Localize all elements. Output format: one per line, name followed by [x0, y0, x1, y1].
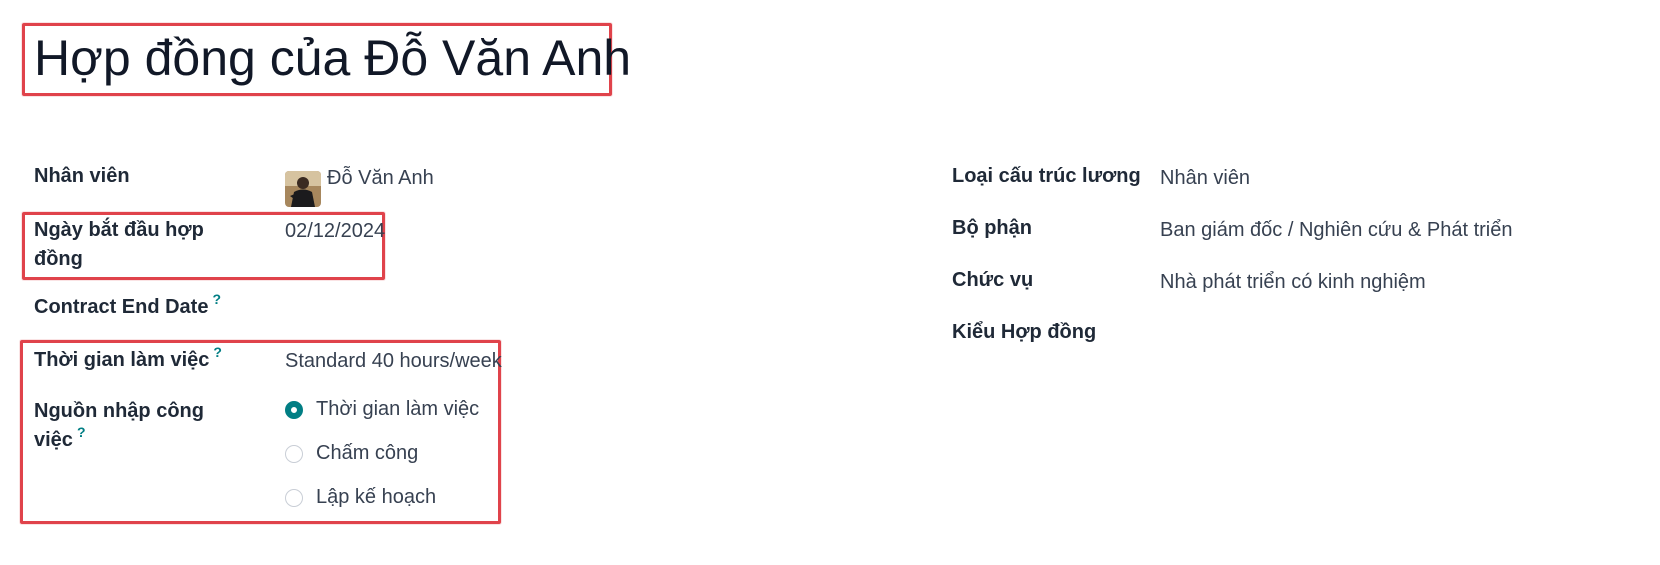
working-time-value[interactable]: Standard 40 hours/week [285, 347, 502, 376]
contract-type-label: Kiểu Hợp đồng [952, 321, 1097, 343]
work-entry-source-label-text: Nguồn nhập công việc [34, 400, 204, 451]
work-entry-source-label: Nguồn nhập công việc? [34, 397, 234, 456]
employee-avatar[interactable] [285, 171, 321, 207]
job-position-value[interactable]: Nhà phát triển có kinh nghiệm [1160, 268, 1426, 297]
work-entry-option-attendance[interactable]: Chấm công [285, 442, 418, 465]
working-time-label: Thời gian làm việc? [34, 344, 222, 376]
work-entry-option-planning[interactable]: Lập kế hoạch [285, 486, 436, 509]
start-date-label: Ngày bắt đầu hợp đồng [34, 216, 234, 274]
work-entry-option-label: Lập kế hoạch [316, 486, 437, 508]
employee-value[interactable]: Đỗ Văn Anh [327, 164, 434, 193]
end-date-label: Contract End Date? [34, 291, 221, 323]
working-time-label-text: Thời gian làm việc [34, 349, 210, 371]
radio-unchecked-icon[interactable] [285, 444, 303, 463]
radio-checked-icon[interactable] [285, 400, 303, 419]
salary-structure-label: Loại cấu trúc lương [952, 165, 1141, 187]
end-date-help-icon[interactable]: ? [212, 291, 221, 307]
work-entry-option-label: Thời gian làm việc [316, 398, 480, 420]
start-date-value[interactable]: 02/12/2024 [285, 217, 385, 246]
page-title[interactable]: Hợp đồng của Đỗ Văn Anh [34, 28, 631, 88]
salary-structure-value[interactable]: Nhân viên [1160, 164, 1250, 193]
department-label: Bộ phận [952, 217, 1032, 239]
avatar-photo-icon [285, 171, 321, 207]
job-position-label: Chức vụ [952, 269, 1034, 291]
start-date-label-text: Ngày bắt đầu hợp đồng [34, 219, 204, 270]
end-date-label-text: Contract End Date [34, 296, 209, 318]
work-entry-source-help-icon[interactable]: ? [77, 424, 86, 440]
work-entry-option-label: Chấm công [316, 442, 419, 464]
working-time-help-icon[interactable]: ? [213, 344, 222, 360]
employee-label: Nhân viên [34, 165, 130, 187]
work-entry-option-working-time[interactable]: Thời gian làm việc [285, 398, 479, 421]
radio-unchecked-icon[interactable] [285, 488, 303, 507]
department-value[interactable]: Ban giám đốc / Nghiên cứu & Phát triển [1160, 216, 1512, 245]
